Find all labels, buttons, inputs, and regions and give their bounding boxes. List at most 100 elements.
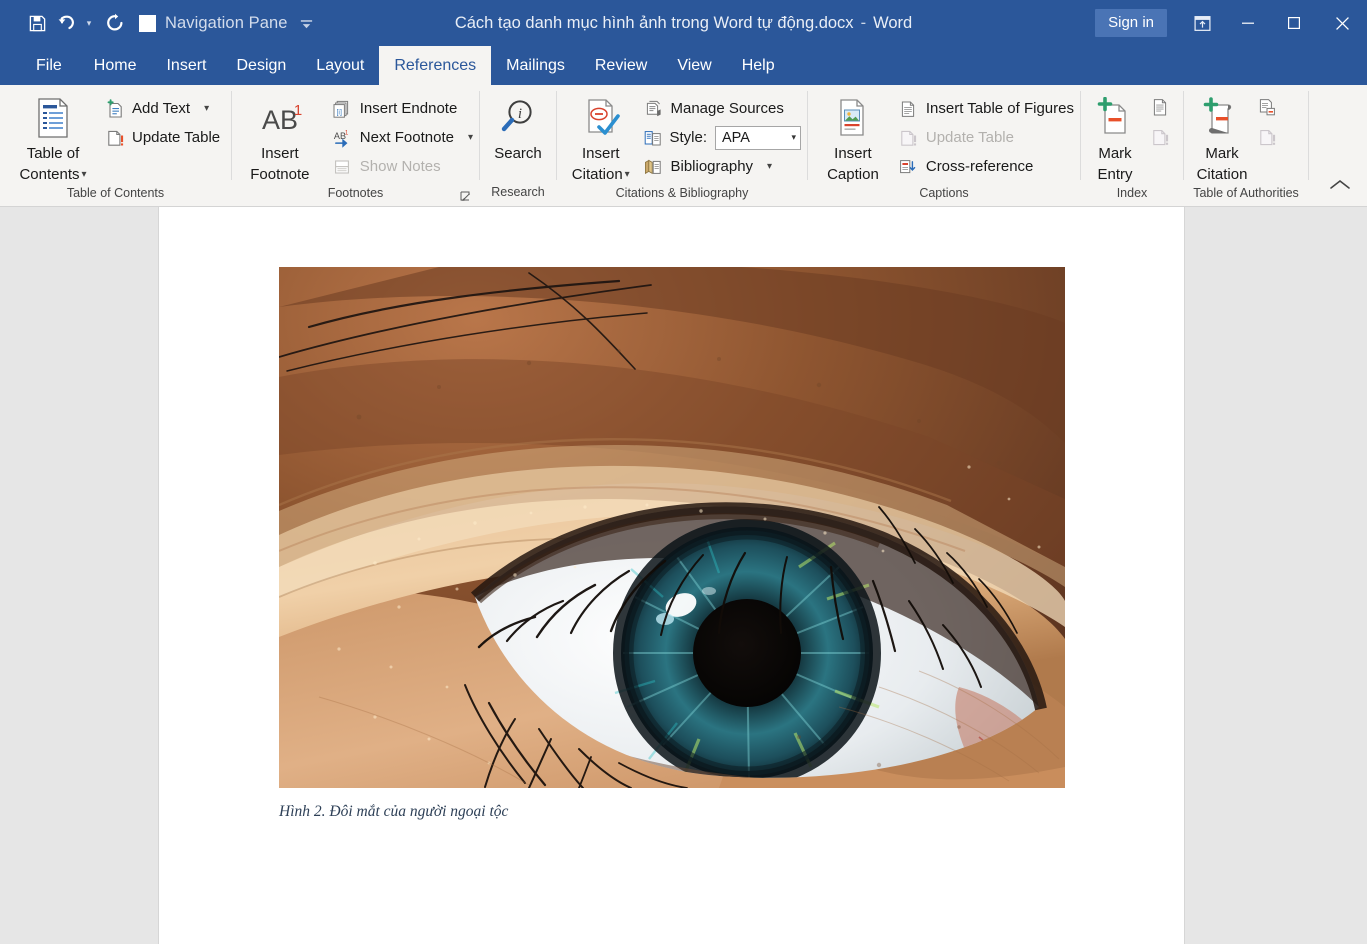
close-icon[interactable]	[1317, 0, 1367, 46]
update-table-captions-label: Update Table	[925, 129, 1014, 146]
undo-icon[interactable]	[52, 7, 82, 39]
save-icon[interactable]	[22, 7, 52, 39]
tab-home[interactable]: Home	[79, 46, 152, 85]
svg-text:AB: AB	[262, 105, 298, 135]
chevron-down-icon[interactable]: ▾	[204, 103, 209, 114]
search-button[interactable]: i Search	[482, 91, 554, 164]
ribbon-display-options-icon[interactable]	[1179, 0, 1225, 46]
navigation-pane-toggle[interactable]: Navigation Pane	[130, 7, 294, 39]
table-of-contents-label-line1: Table of	[26, 145, 80, 162]
svg-text:i: i	[518, 106, 522, 122]
customize-quick-access-icon[interactable]	[294, 7, 320, 39]
tab-design[interactable]: Design	[221, 46, 301, 85]
mark-citation-label-line2: Citation	[1196, 166, 1248, 184]
update-table-icon	[104, 127, 125, 148]
table-of-contents-label-line2: Contents	[19, 166, 80, 184]
insert-endnote-button[interactable]: [i] Insert Endnote	[330, 95, 479, 122]
manage-sources-icon	[642, 98, 663, 119]
update-table-icon	[898, 127, 919, 148]
update-table-of-authorities-icon	[1256, 127, 1277, 148]
table-of-contents-button[interactable]: Table of Contents ▾	[14, 91, 92, 186]
insert-index-icon	[1149, 97, 1170, 118]
update-table-captions-button[interactable]: Update Table	[896, 124, 1080, 151]
footnotes-small-commands: [i] Insert Endnote AB 1 Next Footnote ▾ …	[330, 91, 479, 180]
maximize-icon[interactable]	[1271, 0, 1317, 46]
insert-endnote-label: Insert Endnote	[359, 100, 458, 117]
insert-caption-button[interactable]: Insert Caption	[816, 91, 890, 186]
quick-access-toolbar: ▾ Navigation Pane	[0, 0, 320, 46]
document-name: Cách tạo danh mục hình ảnh trong Word tự…	[454, 13, 854, 32]
mark-citation-icon	[1200, 93, 1244, 143]
redo-icon[interactable]	[100, 7, 130, 39]
tab-references[interactable]: References	[379, 46, 492, 85]
table-of-authorities-small-commands	[1254, 91, 1290, 149]
insert-footnote-icon: AB 1	[250, 93, 310, 143]
document-page[interactable]: Hình 2. Đôi mắt của người ngoại tộc	[158, 207, 1185, 944]
citations-small-commands: Manage Sources Style: APA ▾ Bibliography…	[640, 91, 807, 180]
chevron-down-icon[interactable]: ▾	[791, 132, 796, 143]
undo-dropdown-chevron-down-icon[interactable]: ▾	[82, 7, 96, 39]
insert-table-of-figures-button[interactable]: Insert Table of Figures	[896, 95, 1080, 122]
tab-layout[interactable]: Layout	[301, 46, 379, 85]
svg-text:1: 1	[294, 102, 302, 119]
group-label-table-of-authorities: Table of Authorities	[1193, 185, 1299, 200]
mark-entry-icon	[1095, 93, 1135, 143]
table-of-contents-icon	[34, 93, 72, 143]
show-notes-button[interactable]: Show Notes	[330, 153, 479, 180]
sign-in-button[interactable]: Sign in	[1095, 9, 1167, 37]
update-table-button[interactable]: Update Table	[102, 124, 226, 151]
footnotes-dialog-launcher-icon[interactable]	[459, 190, 473, 204]
navigation-pane-icon	[139, 14, 156, 32]
manage-sources-button[interactable]: Manage Sources	[640, 95, 807, 122]
next-footnote-label: Next Footnote	[359, 129, 454, 146]
ribbon-group-index: Mark Entry Index	[1081, 85, 1183, 207]
insert-caption-label-line1: Insert	[834, 145, 872, 162]
insert-citation-button[interactable]: Insert Citation ▾	[565, 91, 636, 186]
group-label-table-of-contents: Table of Contents	[66, 185, 165, 200]
chevron-down-icon[interactable]: ▾	[767, 161, 772, 172]
insert-footnote-button[interactable]: AB 1 Insert Footnote	[238, 91, 322, 186]
update-index-button[interactable]	[1147, 125, 1183, 149]
group-label-citations-and-bibliography: Citations & Bibliography	[615, 185, 749, 200]
show-notes-icon	[332, 156, 353, 177]
document-image-eye[interactable]	[279, 267, 1065, 788]
navigation-pane-label: Navigation Pane	[165, 13, 288, 32]
insert-citation-label-line2: Citation	[571, 166, 623, 184]
chevron-down-icon[interactable]: ▾	[625, 169, 630, 180]
update-table-of-authorities-button[interactable]	[1254, 125, 1290, 149]
bibliography-button[interactable]: Bibliography ▾	[640, 153, 807, 180]
mark-citation-button[interactable]: Mark Citation	[1190, 91, 1254, 186]
minimize-icon[interactable]	[1225, 0, 1271, 46]
insert-table-of-figures-label: Insert Table of Figures	[925, 100, 1074, 117]
search-icon: i	[498, 93, 538, 143]
insert-index-button[interactable]	[1147, 95, 1183, 119]
tab-help[interactable]: Help	[727, 46, 790, 85]
next-footnote-button[interactable]: AB 1 Next Footnote ▾	[330, 124, 479, 151]
cross-reference-button[interactable]: Cross-reference	[896, 153, 1080, 180]
collapse-ribbon-chevron-up-icon[interactable]	[1323, 172, 1357, 198]
title-bar-right-controls: Sign in	[1095, 0, 1367, 46]
mark-citation-label-line1: Mark	[1205, 145, 1239, 162]
bibliography-icon	[642, 156, 663, 177]
document-area[interactable]: Hình 2. Đôi mắt của người ngoại tộc ThuT…	[0, 207, 1367, 944]
chevron-down-icon[interactable]: ▾	[82, 169, 87, 180]
tab-view[interactable]: View	[662, 46, 726, 85]
insert-table-of-authorities-button[interactable]	[1254, 95, 1290, 119]
add-text-label: Add Text	[132, 100, 191, 117]
mark-entry-button[interactable]: Mark Entry	[1085, 91, 1145, 186]
cross-reference-icon	[898, 156, 919, 177]
tab-review[interactable]: Review	[580, 46, 662, 85]
tab-insert[interactable]: Insert	[151, 46, 221, 85]
mark-entry-label-line1: Mark	[1098, 145, 1132, 162]
chevron-down-icon[interactable]: ▾	[468, 132, 473, 143]
cross-reference-label: Cross-reference	[925, 158, 1034, 175]
add-text-button[interactable]: Add Text ▾	[102, 95, 226, 122]
insert-footnote-label-line2: Footnote	[250, 166, 310, 184]
tab-file[interactable]: File	[22, 46, 79, 85]
citation-style-select[interactable]: APA ▾	[715, 125, 801, 150]
title-separator: -	[860, 13, 867, 32]
ribbon-tabs: File Home Insert Design Layout Reference…	[0, 46, 1367, 85]
insert-citation-icon	[580, 93, 622, 143]
tab-mailings[interactable]: Mailings	[491, 46, 580, 85]
citation-style-value: APA	[722, 129, 750, 146]
